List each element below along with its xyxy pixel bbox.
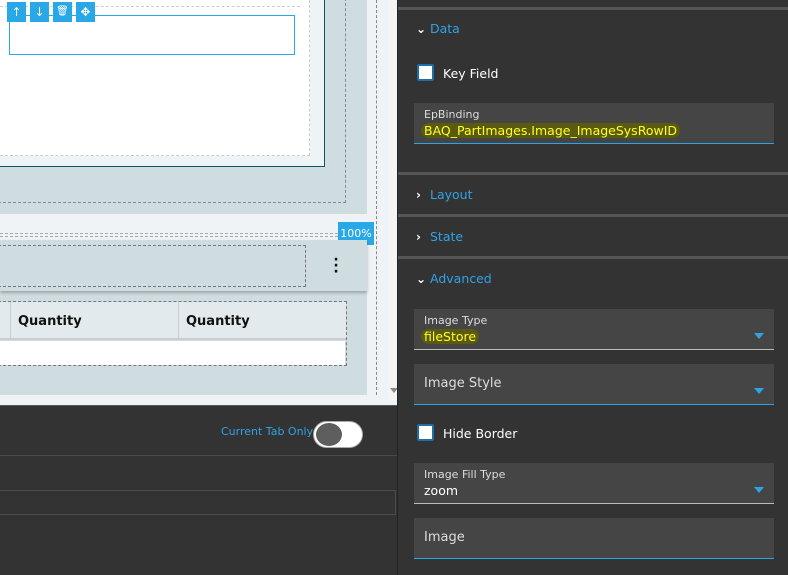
col-divider xyxy=(10,302,11,340)
bottom-panel: Current Tab Only xyxy=(0,405,397,575)
properties-panel: ⌄ Data Key Field EpBinding BAQ_PartImages… xyxy=(397,0,788,575)
move-up-button[interactable]: ↑ xyxy=(7,2,26,22)
chevron-down-icon: ⌄ xyxy=(416,22,427,36)
field-label: EpBinding xyxy=(424,108,480,121)
grid-column-header[interactable]: Quantity xyxy=(186,314,250,329)
trash-icon: 🗑 xyxy=(56,6,69,17)
field-label: Image Type xyxy=(424,314,488,327)
chevron-right-icon: › xyxy=(416,230,421,244)
hide-border-label: Hide Border xyxy=(443,426,518,441)
field-label: Image xyxy=(424,530,465,545)
outer-dashed xyxy=(376,0,377,395)
image-field[interactable]: Image xyxy=(414,518,774,559)
field-label: Image Style xyxy=(424,376,502,391)
section-label: Layout xyxy=(430,187,473,202)
arrow-up-icon: ↑ xyxy=(11,5,22,19)
image-fill-type-value: zoom xyxy=(424,483,459,498)
image-type-dropdown[interactable]: Image Type fileStore xyxy=(414,309,774,350)
image-type-value: fileStore xyxy=(421,329,480,344)
section-label: Advanced xyxy=(430,271,492,286)
toggle-knob xyxy=(316,423,342,446)
chevron-right-icon: › xyxy=(416,188,421,202)
grid-column-header[interactable]: Quantity xyxy=(18,314,82,329)
kebab-menu-icon[interactable]: · · · xyxy=(331,253,341,279)
section-state[interactable]: › State xyxy=(416,229,463,244)
divider xyxy=(398,172,788,175)
grid-row[interactable] xyxy=(0,341,345,365)
delete-button[interactable]: 🗑 xyxy=(53,2,72,22)
section-divider xyxy=(0,233,338,237)
section-label: Data xyxy=(430,21,460,36)
section-label: State xyxy=(430,229,464,244)
dropdown-arrow-icon xyxy=(754,388,764,394)
drag-button[interactable]: ✥ xyxy=(76,2,95,22)
key-field-label: Key Field xyxy=(443,66,499,81)
list-row[interactable] xyxy=(0,490,396,515)
dropdown-arrow-icon xyxy=(754,487,764,493)
dropdown-arrow-icon xyxy=(754,333,764,339)
scroll-down-icon[interactable] xyxy=(390,388,397,393)
epbinding-value: BAQ_PartImages.Image_ImageSysRowID xyxy=(421,123,681,138)
image-fill-type-dropdown[interactable]: Image Fill Type zoom xyxy=(414,463,774,504)
scrollbar[interactable] xyxy=(388,0,397,400)
col-divider xyxy=(178,302,179,340)
design-canvas: ↑ ↓ 🗑 ✥ 100% · · · Quantity Quantity xyxy=(0,0,397,405)
key-field-checkbox[interactable] xyxy=(417,64,434,81)
divider xyxy=(398,256,788,259)
chevron-down-icon: ⌄ xyxy=(416,272,427,286)
epbinding-field[interactable]: EpBinding BAQ_PartImages.Image_ImageSysR… xyxy=(414,103,774,144)
section-advanced[interactable]: ⌄ Advanced xyxy=(416,271,492,286)
arrow-down-icon: ↓ xyxy=(34,5,45,19)
divider xyxy=(398,7,788,10)
selected-image-control[interactable] xyxy=(9,15,295,55)
current-tab-only-toggle[interactable] xyxy=(313,421,363,448)
section-layout[interactable]: › Layout xyxy=(416,187,473,202)
hide-border-checkbox[interactable] xyxy=(417,424,434,441)
current-tab-only-label: Current Tab Only xyxy=(221,425,314,438)
section-data[interactable]: ⌄ Data xyxy=(416,21,460,36)
divider xyxy=(0,455,397,456)
grid-toolbar-slot xyxy=(0,245,306,287)
image-style-dropdown[interactable]: Image Style xyxy=(414,364,774,405)
move-icon: ✥ xyxy=(80,5,91,19)
divider xyxy=(398,214,788,217)
move-down-button[interactable]: ↓ xyxy=(30,2,49,22)
field-label: Image Fill Type xyxy=(424,468,506,481)
